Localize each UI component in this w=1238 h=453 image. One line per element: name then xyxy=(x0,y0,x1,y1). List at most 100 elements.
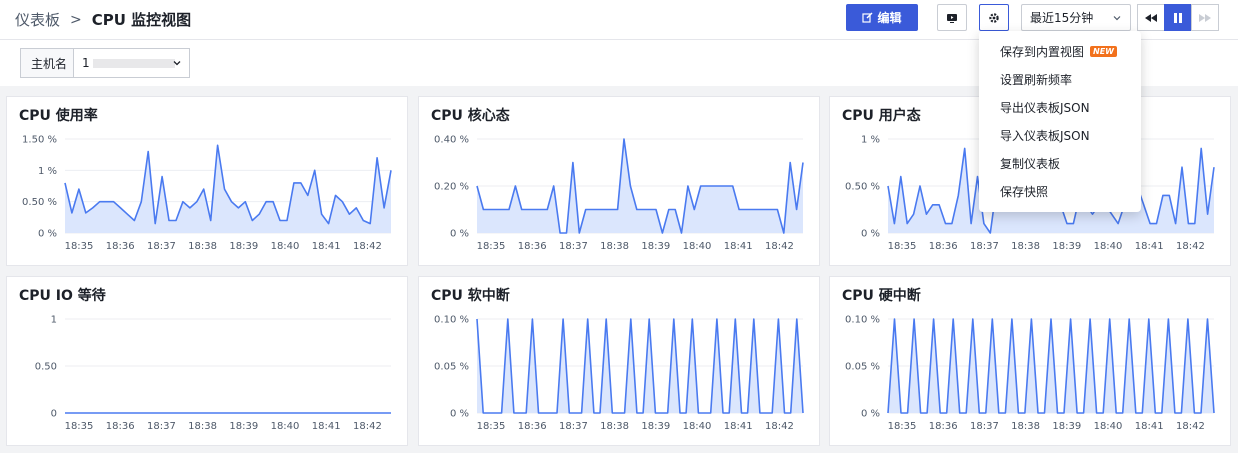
x-tick-label: 18:35 xyxy=(888,241,917,252)
host-label: 主机名 xyxy=(20,48,78,78)
menu-item-refresh-rate[interactable]: 设置刷新频率 xyxy=(979,65,1141,93)
chart-svg: 0.10 % 0.05 % 0 % 18:35 18:36 18:37 18:38 18:39… xyxy=(434,315,804,432)
menu-item-label: 设置刷新频率 xyxy=(1000,72,1073,87)
edit-icon xyxy=(862,12,873,23)
y-tick-label: 0.40 % xyxy=(434,135,469,146)
x-tick-label: 18:38 xyxy=(600,241,629,252)
edit-button-label: 编辑 xyxy=(877,11,902,25)
menu-item-export-json[interactable]: 导出仪表板JSON xyxy=(979,93,1141,121)
x-tick-label: 18:42 xyxy=(765,241,794,252)
x-tick-label: 18:42 xyxy=(353,241,382,252)
x-tick-label: 18:39 xyxy=(229,241,258,252)
menu-item-label: 导出仪表板JSON xyxy=(1000,100,1090,115)
chevron-down-icon xyxy=(173,61,181,66)
fast-forward-button[interactable] xyxy=(1191,4,1219,31)
menu-item-save-builtin[interactable]: 保存到内置视图 NEW xyxy=(979,37,1141,65)
x-tick-label: 18:35 xyxy=(477,421,506,432)
new-badge: NEW xyxy=(1090,45,1117,57)
x-tick-label: 18:40 xyxy=(271,241,300,252)
x-tick-label: 18:39 xyxy=(1052,421,1081,432)
y-tick-label: 0 % xyxy=(38,229,57,240)
chevron-down-icon xyxy=(1113,15,1121,20)
menu-item-label: 保存到内置视图 xyxy=(1000,44,1085,59)
fast-forward-icon xyxy=(1199,13,1211,22)
rewind-icon xyxy=(1145,13,1157,22)
chart-svg: 0.10 % 0.05 % 0 % 18:35 18:36 18:37 18:38 18:39… xyxy=(845,315,1215,432)
x-tick-label: 18:39 xyxy=(229,421,258,432)
panel-cpu-usage: CPU 使用率 1.50 % 1 % 0.50 % 0 % 18:35 18:36 18:3… xyxy=(6,96,408,266)
y-tick-label: 0.50 % xyxy=(845,182,880,193)
chart-svg: 1.50 % 1 % 0.50 % 0 % 18:35 18:36 18:37 18:38 18… xyxy=(22,135,392,252)
tv-mode-button[interactable] xyxy=(937,4,967,31)
y-tick-label: 0.20 % xyxy=(434,182,469,193)
x-tick-label: 18:37 xyxy=(559,241,588,252)
menu-item-import-json[interactable]: 导入仪表板JSON xyxy=(979,121,1141,149)
time-range-select[interactable]: 最近15分钟 xyxy=(1021,4,1131,31)
edit-button[interactable]: 编辑 xyxy=(846,4,918,31)
x-tick-label: 18:36 xyxy=(106,421,135,432)
x-tick-label: 18:36 xyxy=(929,241,958,252)
x-tick-label: 18:42 xyxy=(765,421,794,432)
x-tick-label: 18:41 xyxy=(1135,241,1164,252)
time-range-value: 最近15分钟 xyxy=(1030,11,1094,25)
x-tick-label: 18:35 xyxy=(888,421,917,432)
x-tick-label: 18:37 xyxy=(559,421,588,432)
playback-controls xyxy=(1137,4,1219,31)
y-tick-label: 0.10 % xyxy=(434,315,469,326)
x-tick-label: 18:37 xyxy=(147,241,176,252)
settings-button[interactable] xyxy=(979,4,1009,31)
y-tick-label: 1.50 % xyxy=(22,135,57,146)
rewind-button[interactable] xyxy=(1137,4,1165,31)
x-tick-label: 18:41 xyxy=(724,421,753,432)
y-tick-label: 0 % xyxy=(861,409,880,420)
y-tick-label: 0.10 % xyxy=(845,315,880,326)
x-tick-label: 18:41 xyxy=(312,421,341,432)
y-tick-label: 1 % xyxy=(38,166,57,177)
x-tick-label: 18:40 xyxy=(1094,241,1123,252)
x-tick-label: 18:35 xyxy=(477,241,506,252)
host-value: 1 xyxy=(82,56,90,70)
x-tick-label: 18:35 xyxy=(65,241,94,252)
y-tick-label: 1 % xyxy=(861,135,880,146)
x-tick-label: 18:36 xyxy=(929,421,958,432)
x-tick-label: 18:38 xyxy=(188,421,217,432)
gear-icon xyxy=(989,12,999,23)
y-tick-label: 0 % xyxy=(450,229,469,240)
x-tick-label: 18:38 xyxy=(188,241,217,252)
breadcrumb: 仪表板 > CPU 监控视图 xyxy=(15,9,191,30)
y-tick-label: 1 xyxy=(51,315,57,326)
y-tick-label: 0.05 % xyxy=(434,362,469,373)
x-tick-label: 18:37 xyxy=(970,421,999,432)
host-select[interactable]: 1 xyxy=(73,48,190,78)
x-tick-label: 18:39 xyxy=(641,421,670,432)
x-tick-label: 18:38 xyxy=(600,421,629,432)
x-tick-label: 18:40 xyxy=(1094,421,1123,432)
pause-button[interactable] xyxy=(1164,4,1192,31)
settings-menu: 保存到内置视图 NEW 设置刷新频率 导出仪表板JSON 导入仪表板JSON 复… xyxy=(979,31,1141,212)
x-tick-label: 18:37 xyxy=(147,421,176,432)
x-tick-label: 18:42 xyxy=(353,421,382,432)
breadcrumb-dashboard-link[interactable]: 仪表板 xyxy=(15,9,60,30)
x-tick-label: 18:41 xyxy=(1135,421,1164,432)
x-tick-label: 18:42 xyxy=(1176,241,1205,252)
breadcrumb-separator: > xyxy=(70,11,82,28)
chart-svg: 0.40 % 0.20 % 0 % 18:35 18:36 18:37 18:38 18:39… xyxy=(434,135,804,252)
menu-item-label: 复制仪表板 xyxy=(1000,156,1061,171)
y-tick-label: 0 xyxy=(51,409,57,420)
x-tick-label: 18:40 xyxy=(683,241,712,252)
menu-item-save-snapshot[interactable]: 保存快照 xyxy=(979,177,1141,205)
menu-item-copy-dashboard[interactable]: 复制仪表板 xyxy=(979,149,1141,177)
x-tick-label: 18:36 xyxy=(518,421,547,432)
y-tick-label: 0.50 % xyxy=(22,197,57,208)
y-tick-label: 0 % xyxy=(450,409,469,420)
panel-cpu-softirq: CPU 软中断 0.10 % 0.05 % 0 % 18:35 18:36 18:37 18… xyxy=(418,276,820,446)
x-tick-label: 18:41 xyxy=(724,241,753,252)
page-title: CPU 监控视图 xyxy=(91,11,192,29)
tv-icon xyxy=(947,13,957,23)
x-tick-label: 18:38 xyxy=(1011,241,1040,252)
x-tick-label: 18:35 xyxy=(65,421,94,432)
menu-item-label: 导入仪表板JSON xyxy=(1000,128,1090,143)
x-tick-label: 18:36 xyxy=(106,241,135,252)
x-tick-label: 18:40 xyxy=(683,421,712,432)
y-tick-label: 0.05 % xyxy=(845,362,880,373)
